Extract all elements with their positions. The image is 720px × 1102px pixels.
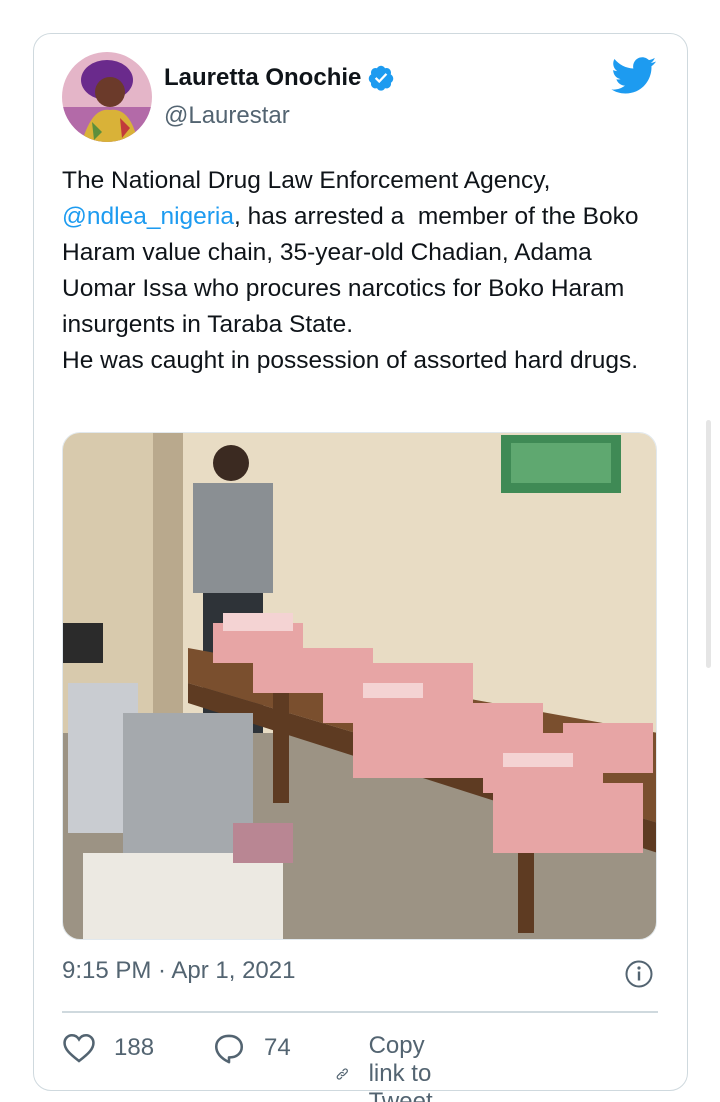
- verified-badge-icon: [369, 65, 394, 91]
- reply-bubble-icon: [214, 1034, 244, 1064]
- reply-count: 74: [264, 1034, 291, 1061]
- divider: [62, 1011, 658, 1013]
- copy-link-label: Copy link to Tweet: [368, 1032, 433, 1102]
- like-count: 188: [114, 1034, 155, 1061]
- reply-button[interactable]: 74: [212, 1032, 291, 1064]
- heart-icon: [63, 1033, 95, 1063]
- tweet-text: The National Drug Law Enforcement Agency…: [62, 163, 662, 379]
- author-handle[interactable]: @Laurestar: [164, 102, 290, 130]
- tweet-photo[interactable]: [62, 432, 657, 940]
- scrollbar[interactable]: [706, 420, 711, 668]
- author-name[interactable]: Lauretta Onochie: [164, 64, 361, 92]
- twitter-bird-icon[interactable]: [611, 57, 657, 95]
- tweet-timestamp[interactable]: 9:15 PM · Apr 1, 2021: [62, 957, 295, 985]
- like-button[interactable]: 188: [62, 1032, 154, 1064]
- author-name-row[interactable]: Lauretta Onochie: [164, 64, 395, 92]
- link-icon: [336, 1068, 348, 1080]
- avatar[interactable]: [62, 52, 152, 142]
- mention-link[interactable]: @ndlea_nigeria: [62, 203, 234, 230]
- tweet-text-before: The National Drug Law Enforcement Agency…: [62, 167, 558, 194]
- copy-link-button[interactable]: Copy link to Tweet: [334, 1032, 454, 1102]
- info-icon[interactable]: [624, 959, 654, 989]
